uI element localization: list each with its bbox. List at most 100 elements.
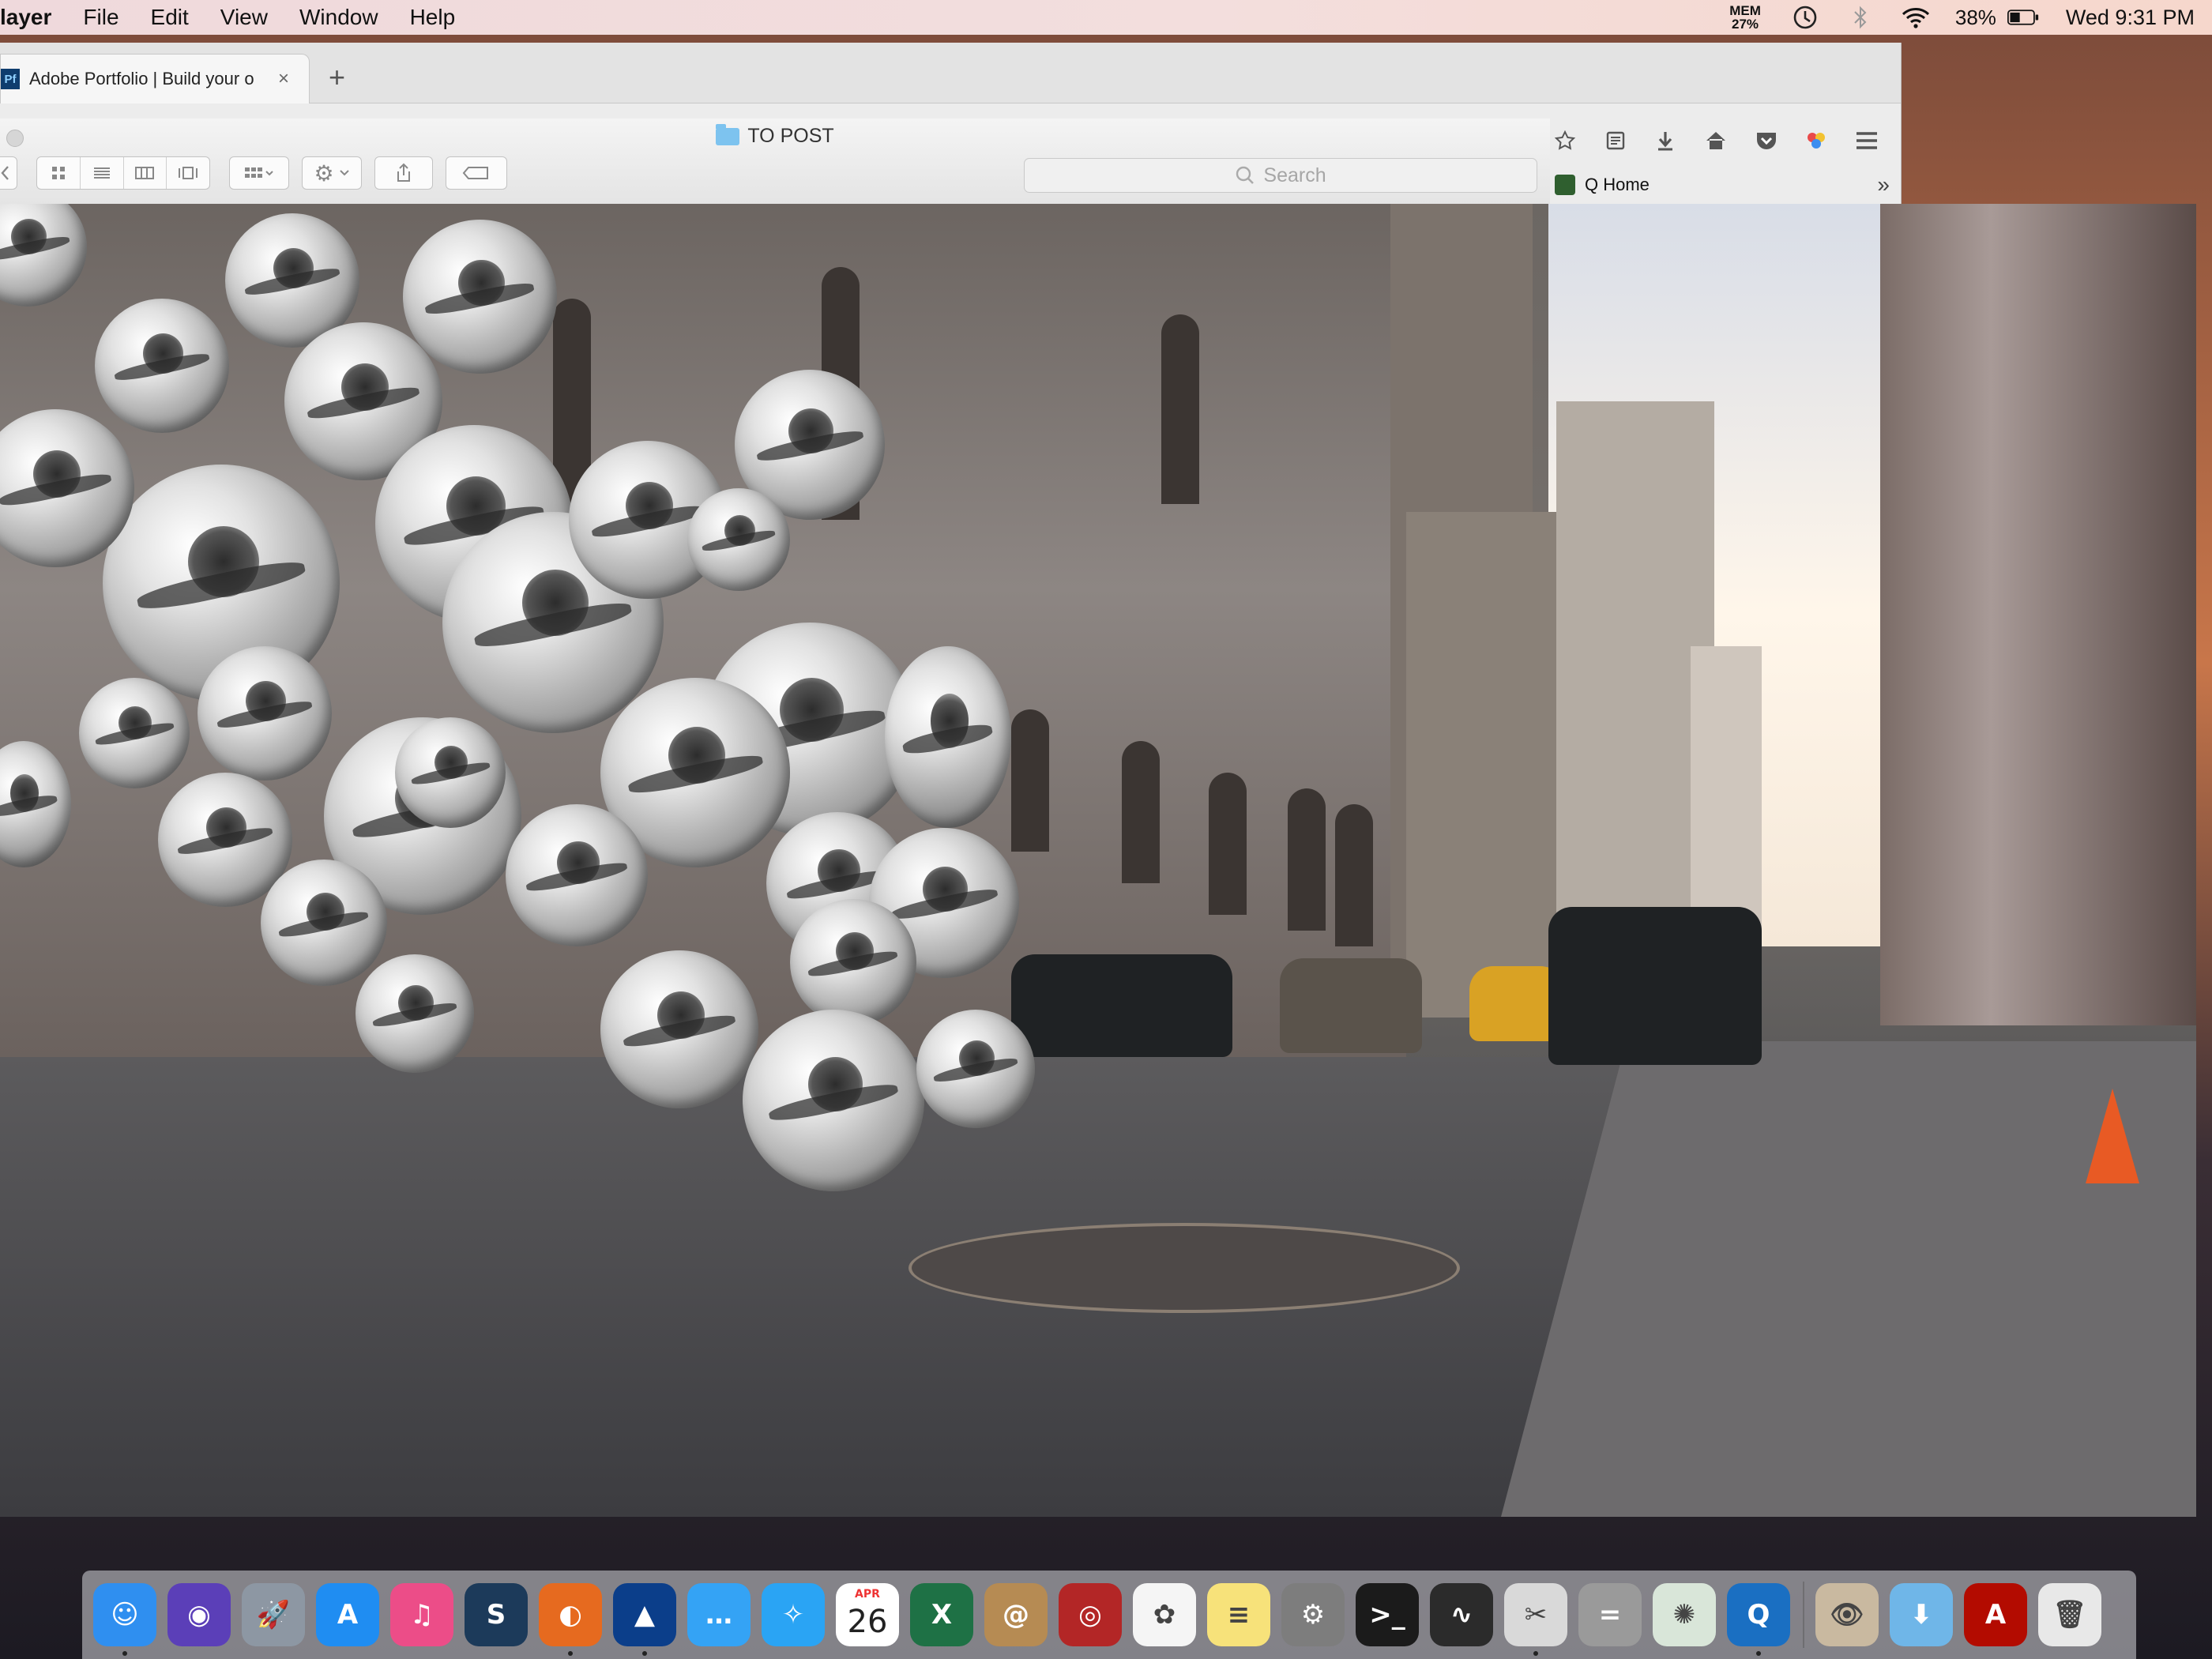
back-button[interactable]: [0, 156, 17, 190]
running-indicator: [1533, 1651, 1538, 1656]
icon-view-icon[interactable]: [37, 157, 81, 189]
mem-label: MEM: [1729, 3, 1761, 18]
finder-title-text: TO POST: [747, 125, 834, 147]
downloads-glyph: ⬇: [1909, 1599, 1933, 1631]
share-button[interactable]: [374, 156, 433, 190]
reading-list-icon[interactable]: [1599, 124, 1632, 157]
tab-strip: Pf Adobe Portfolio | Build your o × +: [0, 43, 1901, 103]
menu-bar: layer File Edit View Window Help MEM 27%…: [0, 0, 2212, 35]
running-indicator: [642, 1651, 647, 1656]
dock-app-store-icon[interactable]: A: [316, 1583, 379, 1646]
dock-activity-monitor-icon[interactable]: ∿: [1430, 1583, 1493, 1646]
memory-monitor[interactable]: MEM 27%: [1729, 4, 1761, 31]
action-gear-button[interactable]: ⚙: [302, 156, 362, 190]
arrange-button[interactable]: [229, 156, 289, 190]
dock-notes-icon[interactable]: ≡: [1207, 1583, 1270, 1646]
tab-adobe-portfolio[interactable]: Pf Adobe Portfolio | Build your o ×: [0, 54, 310, 103]
cyberduck-glyph: ▲: [634, 1599, 656, 1631]
running-indicator: [568, 1651, 573, 1656]
traffic-cone: [2086, 1089, 2139, 1183]
dock-terminal-icon[interactable]: >_: [1356, 1583, 1419, 1646]
menu-view[interactable]: View: [205, 5, 284, 30]
close-tab-icon[interactable]: ×: [278, 68, 289, 90]
new-tab-button[interactable]: +: [329, 63, 345, 92]
colorful-extension-icon[interactable]: [1800, 124, 1834, 157]
dock-quicktime-player-icon[interactable]: Q: [1727, 1583, 1790, 1656]
video-frame[interactable]: [0, 204, 2196, 1517]
notes-glyph: ≡: [1227, 1599, 1251, 1631]
dock-preview-image-icon[interactable]: 👁: [1815, 1583, 1879, 1646]
app-menu[interactable]: layer: [0, 5, 67, 30]
view-mode-selector[interactable]: [36, 156, 210, 190]
q-home-favicon-icon: [1555, 175, 1575, 195]
running-indicator: [122, 1651, 127, 1656]
photo-booth-glyph: ◎: [1078, 1599, 1102, 1631]
dock-photos-icon[interactable]: ✿: [1133, 1583, 1196, 1646]
dock-system-preferences-icon[interactable]: ⚙: [1281, 1583, 1345, 1646]
safari-glyph: ✧: [781, 1599, 805, 1631]
bookmark-q-home[interactable]: Q Home: [1585, 175, 1650, 195]
dock-finder-icon[interactable]: ☺: [93, 1583, 156, 1656]
dock: ☺ ◉ 🚀 A ♫ S ◐ ▲ … ✧ APR 26 X @ ◎ ✿ ≡ ⚙ >_ ∿ ✂ = ✺ Q 👁 ⬇ A 🗑: [82, 1571, 2136, 1659]
preview-image-glyph: 👁: [1830, 1599, 1864, 1631]
finder-glyph: ☺: [111, 1599, 139, 1631]
finder-window: TO POST ⚙ Search: [0, 118, 1550, 206]
dock-contacts-icon[interactable]: @: [984, 1583, 1048, 1646]
dock-excel-icon[interactable]: X: [910, 1583, 973, 1646]
search-icon: [1236, 166, 1255, 184]
dock-loading-icon[interactable]: ✺: [1653, 1583, 1716, 1646]
dock-cyberduck-icon[interactable]: ▲: [613, 1583, 676, 1656]
battery-icon[interactable]: [2007, 2, 2039, 33]
star-icon[interactable]: [1548, 124, 1582, 157]
quicktime-player-glyph: Q: [1747, 1599, 1770, 1631]
list-view-icon[interactable]: [81, 157, 124, 189]
siri-glyph: ◉: [187, 1599, 211, 1631]
dock-downloads-icon[interactable]: ⬇: [1890, 1583, 1953, 1646]
bookmarks-overflow-icon[interactable]: »: [1877, 172, 1890, 198]
acrobat-glyph: A: [1984, 1599, 2007, 1631]
tag-button[interactable]: [446, 156, 507, 190]
menu-edit[interactable]: Edit: [135, 5, 205, 30]
activity-monitor-glyph: ∿: [1450, 1599, 1473, 1631]
folder-icon: [716, 123, 740, 145]
loading-glyph: ✺: [1672, 1599, 1696, 1631]
battery-percent[interactable]: 38%: [1955, 6, 1996, 30]
manhole-cover: [908, 1223, 1460, 1313]
wifi-icon[interactable]: [1900, 2, 1932, 33]
bluetooth-icon[interactable]: [1845, 2, 1876, 33]
search-placeholder: Search: [1263, 164, 1326, 186]
trash-glyph: 🗑: [2052, 1599, 2087, 1631]
menu-window[interactable]: Window: [284, 5, 394, 30]
cover-flow-view-icon[interactable]: [167, 157, 209, 189]
dock-itunes-icon[interactable]: ♫: [390, 1583, 453, 1646]
adobe-portfolio-favicon-icon: Pf: [1, 69, 20, 89]
browser-toolbar: [1548, 111, 1901, 171]
launchpad-glyph: 🚀: [256, 1599, 291, 1631]
finder-title: TO POST: [0, 123, 1550, 148]
dock-messages-icon[interactable]: …: [687, 1583, 750, 1646]
finder-search-field[interactable]: Search: [1024, 158, 1537, 193]
dock-firefox-icon[interactable]: ◐: [539, 1583, 602, 1656]
clock[interactable]: Wed 9:31 PM: [2066, 6, 2195, 30]
dock-safari-icon[interactable]: ✧: [762, 1583, 825, 1646]
calendar-month: APR: [855, 1588, 880, 1601]
home-icon[interactable]: [1699, 124, 1732, 157]
download-icon[interactable]: [1649, 124, 1682, 157]
dock-calculator-icon[interactable]: =: [1578, 1583, 1642, 1646]
column-view-icon[interactable]: [124, 157, 167, 189]
glass-building: [1880, 204, 2196, 1025]
dock-screenshot-icon[interactable]: ✂: [1504, 1583, 1567, 1656]
time-machine-icon[interactable]: [1789, 2, 1821, 33]
dock-siri-icon[interactable]: ◉: [167, 1583, 231, 1646]
dock-calendar-icon[interactable]: APR 26: [836, 1583, 899, 1646]
dock-photo-booth-icon[interactable]: ◎: [1059, 1583, 1122, 1646]
dock-launchpad-icon[interactable]: 🚀: [242, 1583, 305, 1646]
dock-trash-icon[interactable]: 🗑: [2038, 1583, 2101, 1646]
excel-glyph: X: [931, 1599, 953, 1631]
menu-file[interactable]: File: [67, 5, 134, 30]
dock-acrobat-icon[interactable]: A: [1964, 1583, 2027, 1646]
hamburger-menu-icon[interactable]: [1850, 124, 1883, 157]
pocket-icon[interactable]: [1750, 124, 1783, 157]
menu-help[interactable]: Help: [394, 5, 472, 30]
dock-steam-icon[interactable]: S: [465, 1583, 528, 1646]
